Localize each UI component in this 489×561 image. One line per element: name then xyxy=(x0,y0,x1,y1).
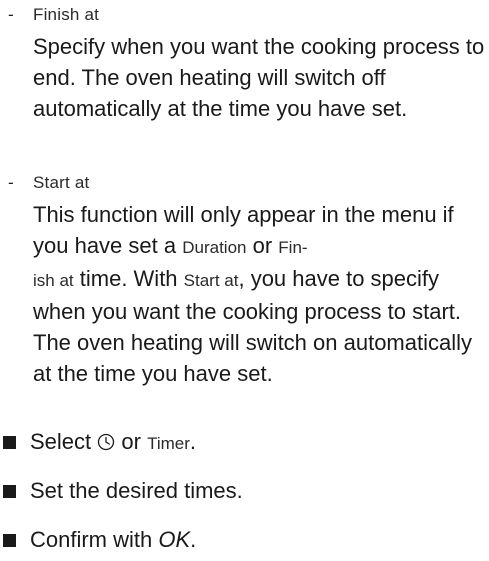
start-at-desc-or: or xyxy=(246,233,279,258)
step-confirm-text: Confirm with OK. xyxy=(30,524,196,556)
step-select-or: or xyxy=(115,429,148,454)
timer-term: Timer xyxy=(147,434,190,453)
step-confirm: Confirm with OK. xyxy=(0,524,489,556)
start-at-description: This function will only appear in the me… xyxy=(33,199,489,389)
ok-term: OK xyxy=(158,527,191,552)
start-at-item: - Start at This function will only appea… xyxy=(0,170,489,410)
bullet-square-icon xyxy=(3,485,16,498)
start-at-desc-part2: time. With xyxy=(73,266,184,291)
step-set-times-text: Set the desired times. xyxy=(30,478,243,503)
step-select-text: Select or Timer. xyxy=(30,426,196,460)
instruction-page: - Finish at Specify when you want the co… xyxy=(0,0,489,561)
bullet-square-icon xyxy=(3,436,16,449)
start-at-ref: Start at xyxy=(183,271,239,290)
step-confirm-suffix: . xyxy=(190,527,197,552)
step-set-times: Set the desired times. xyxy=(0,475,489,507)
step-select-prefix: Select xyxy=(30,429,98,454)
step-select: Select or Timer. xyxy=(0,426,489,458)
step-confirm-prefix: Confirm with xyxy=(30,527,159,552)
finish-at-ref-part2: ish at xyxy=(33,271,74,290)
finish-at-ref-part1: Fin- xyxy=(278,238,308,257)
list-dash: - xyxy=(8,173,14,192)
step-select-suffix: . xyxy=(189,429,196,454)
duration-term: Duration xyxy=(182,238,247,257)
bullet-square-icon xyxy=(3,534,16,547)
clock-icon xyxy=(98,433,115,451)
list-dash: - xyxy=(8,5,14,24)
finish-at-item: - Finish at Specify when you want the co… xyxy=(0,2,489,152)
start-at-term: Start at xyxy=(33,173,90,192)
finish-at-description-text: Specify when you want the cooking proces… xyxy=(33,34,485,121)
finish-at-description: Specify when you want the cooking proces… xyxy=(33,31,489,124)
finish-at-term: Finish at xyxy=(33,5,100,24)
